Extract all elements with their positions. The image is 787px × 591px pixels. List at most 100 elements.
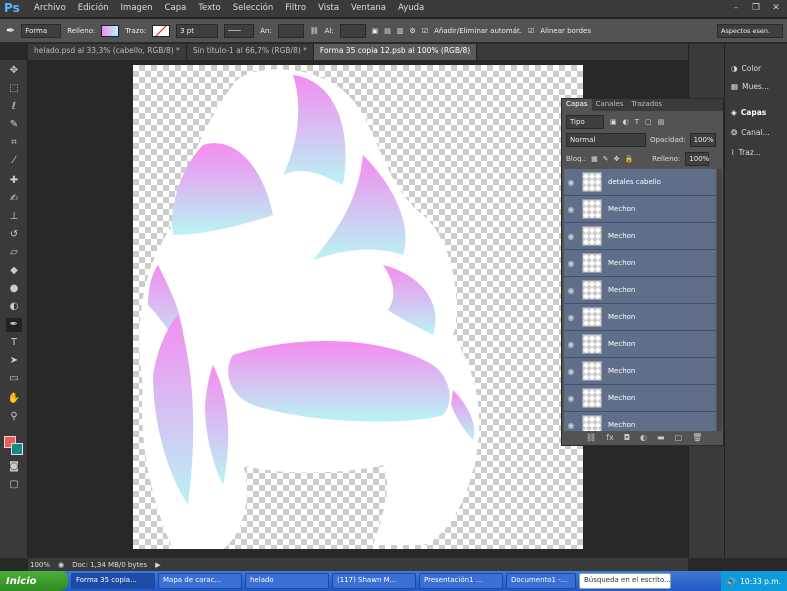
- lock-all-icon[interactable]: 🔒: [624, 155, 633, 163]
- layer-row[interactable]: ◉ Mechon: [564, 331, 716, 358]
- layer-kind-filter[interactable]: Tipo: [566, 115, 604, 129]
- tab-helado[interactable]: helado.psd al 33,3% (cabello, RGB/8) *: [28, 44, 187, 60]
- paint-bucket-icon[interactable]: ◆: [6, 264, 22, 278]
- panel-layers[interactable]: ◈ Capas: [731, 108, 766, 117]
- dodge-tool-icon[interactable]: ◐: [6, 300, 22, 314]
- lock-transparent-icon[interactable]: ▦: [591, 155, 598, 163]
- path-select-icon[interactable]: ➤: [6, 354, 22, 368]
- path-ops-icon[interactable]: ▣: [372, 27, 379, 35]
- move-tool-icon[interactable]: ✥: [6, 64, 22, 78]
- stroke-type-select[interactable]: ───: [224, 23, 255, 38]
- new-group-icon[interactable]: ▬: [657, 433, 665, 442]
- filter-smart-icon[interactable]: ▤: [658, 118, 665, 126]
- path-align-icon[interactable]: ▤: [384, 27, 391, 35]
- tab-forma-35[interactable]: Forma 35 copia 12.psb al 100% (RGB/8): [313, 44, 478, 60]
- volume-icon[interactable]: 🔊: [727, 577, 736, 586]
- clock[interactable]: 10:33 p.m.: [740, 577, 781, 586]
- adjustment-layer-icon[interactable]: ◐: [640, 433, 647, 442]
- lock-position-icon[interactable]: ✥: [614, 155, 620, 163]
- menu-texto[interactable]: Texto: [192, 3, 226, 13]
- blur-tool-icon[interactable]: ●: [6, 282, 22, 296]
- layer-row[interactable]: ◉ Mechon: [564, 250, 716, 277]
- menu-imagen[interactable]: Imagen: [115, 3, 159, 13]
- minimize-icon[interactable]: –: [729, 2, 743, 14]
- filter-shape-icon[interactable]: ▢: [645, 118, 652, 126]
- layer-row[interactable]: ◉ Mechon: [564, 223, 716, 250]
- panel-color[interactable]: ◑ Color: [731, 64, 761, 73]
- layer-row[interactable]: ◉ Mechon: [564, 196, 716, 223]
- layer-style-icon[interactable]: fx: [606, 433, 614, 442]
- zoom-tool-icon[interactable]: ⚲: [6, 410, 22, 424]
- lock-pixels-icon[interactable]: ✎: [603, 155, 609, 163]
- background-color-swatch[interactable]: [11, 443, 23, 455]
- auto-add-checkbox[interactable]: ☑: [422, 27, 428, 35]
- status-info-icon[interactable]: ◉: [58, 561, 64, 569]
- height-field[interactable]: [339, 23, 366, 38]
- visibility-eye-icon[interactable]: ◉: [564, 286, 578, 295]
- menu-ventana[interactable]: Ventana: [345, 3, 392, 13]
- screen-mode-icon[interactable]: ▢: [6, 478, 22, 492]
- tab-trazados[interactable]: Trazados: [627, 99, 666, 111]
- panel-paths[interactable]: ⌇ Traz...: [731, 148, 761, 157]
- visibility-eye-icon[interactable]: ◉: [564, 394, 578, 403]
- menu-vista[interactable]: Vista: [312, 3, 345, 13]
- filter-adjust-icon[interactable]: ◐: [623, 118, 629, 126]
- filter-type-icon[interactable]: T: [635, 118, 639, 126]
- visibility-eye-icon[interactable]: ◉: [564, 421, 578, 430]
- mode-select[interactable]: Forma: [21, 23, 62, 38]
- tab-capas[interactable]: Capas: [562, 99, 592, 111]
- pen-tool-icon[interactable]: ✒: [6, 318, 22, 332]
- menu-ayuda[interactable]: Ayuda: [392, 3, 430, 13]
- task-word[interactable]: Documento1 -...: [506, 573, 576, 589]
- layer-row[interactable]: ◉ Mechon: [564, 358, 716, 385]
- tab-sin-titulo[interactable]: Sin título-1 al 66,7% (RGB/8) *: [187, 44, 314, 60]
- add-mask-icon[interactable]: ◘: [624, 433, 630, 442]
- visibility-eye-icon[interactable]: ◉: [564, 313, 578, 322]
- task-folder-helado[interactable]: helado: [245, 573, 329, 589]
- menu-seleccion[interactable]: Selección: [227, 3, 280, 13]
- brush-tool-icon[interactable]: ✍: [6, 192, 22, 206]
- marquee-tool-icon[interactable]: ⬚: [6, 82, 22, 96]
- opacity-field[interactable]: 100%: [689, 133, 716, 147]
- start-button[interactable]: Inicio: [0, 571, 68, 591]
- shape-tool-icon[interactable]: ▭: [6, 372, 22, 386]
- crop-tool-icon[interactable]: ⌗: [6, 136, 22, 150]
- menu-edicion[interactable]: Edición: [72, 3, 115, 13]
- layer-row[interactable]: ◉ Mechon: [564, 412, 716, 431]
- fill-swatch[interactable]: [101, 24, 120, 37]
- zoom-level[interactable]: 100%: [30, 561, 50, 569]
- desktop-search-field[interactable]: Búsqueda en el escrito...: [579, 573, 671, 589]
- task-charmap[interactable]: Mapa de carac...: [158, 573, 242, 589]
- menu-filtro[interactable]: Filtro: [279, 3, 312, 13]
- filter-pixel-icon[interactable]: ▣: [610, 118, 617, 126]
- path-arrange-icon[interactable]: ▥: [397, 27, 404, 35]
- visibility-eye-icon[interactable]: ◉: [564, 340, 578, 349]
- layer-row[interactable]: ◉ detales cabello: [564, 169, 716, 196]
- stroke-swatch[interactable]: [152, 24, 171, 37]
- layer-row[interactable]: ◉ Mechon: [564, 277, 716, 304]
- document-canvas[interactable]: [133, 65, 583, 549]
- lasso-tool-icon[interactable]: ℓ: [6, 100, 22, 114]
- close-icon[interactable]: ✕: [769, 2, 783, 14]
- panel-swatches[interactable]: ▦ Mues...: [731, 82, 769, 91]
- menu-capa[interactable]: Capa: [159, 3, 193, 13]
- quick-select-tool-icon[interactable]: ✎: [6, 118, 22, 132]
- new-layer-icon[interactable]: ▢: [675, 433, 683, 442]
- eraser-tool-icon[interactable]: ▱: [6, 246, 22, 260]
- task-powerpoint[interactable]: Presentación1 ...: [419, 573, 503, 589]
- visibility-eye-icon[interactable]: ◉: [564, 232, 578, 241]
- panel-channels[interactable]: ❂ Canal...: [731, 128, 770, 137]
- visibility-eye-icon[interactable]: ◉: [564, 367, 578, 376]
- stroke-size-field[interactable]: 3 pt: [176, 23, 219, 38]
- delete-layer-icon[interactable]: 🗑: [692, 433, 702, 442]
- link-icon[interactable]: ⛓: [310, 27, 319, 35]
- settings-gear-icon[interactable]: ⚙: [410, 27, 416, 35]
- blend-mode-select[interactable]: Normal: [566, 133, 646, 147]
- restore-icon[interactable]: ❐: [749, 2, 763, 14]
- fill-field[interactable]: 100%: [685, 152, 709, 166]
- layer-row[interactable]: ◉ Mechon: [564, 385, 716, 412]
- layer-row[interactable]: ◉ Mechon: [564, 304, 716, 331]
- hand-tool-icon[interactable]: ✋: [6, 392, 22, 406]
- menu-archivo[interactable]: Archivo: [28, 3, 72, 13]
- layers-scrollbar[interactable]: [717, 169, 722, 431]
